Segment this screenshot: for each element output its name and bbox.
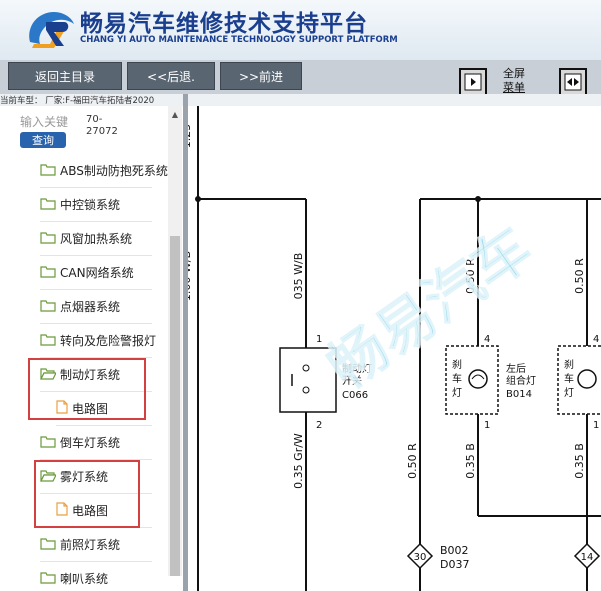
highlight-brake-light [28, 358, 146, 420]
connector-number: 30 [414, 552, 427, 563]
brake-lamp-2-char-1: 刹 [564, 359, 574, 371]
tree-item-label: 倒车灯系统 [60, 436, 121, 450]
folder-icon [40, 163, 56, 179]
junction-dot [195, 196, 201, 202]
scroll-up-icon[interactable]: ▲ [170, 110, 180, 120]
wire-label-035wb: 035 W/B [292, 253, 305, 300]
tree-item-label: 中控锁系统 [60, 198, 121, 212]
switch-terminal [302, 364, 310, 372]
pin-label-1a: 1 [484, 420, 490, 431]
pin-label-4a: 4 [484, 334, 490, 345]
connector-code-2: D037 [440, 558, 469, 571]
brake-lamp-char-3: 灯 [452, 387, 462, 399]
lamp-bulb-icon-2 [577, 369, 597, 389]
folder-icon [40, 571, 56, 587]
folder-icon [40, 265, 56, 281]
connector-number-2: 14 [581, 552, 594, 563]
pin-label-4b: 4 [593, 334, 599, 345]
tree-item-folder[interactable]: 点烟器系统 [40, 290, 152, 324]
menu-label: 菜单 [503, 81, 525, 94]
tree-item-label: ABS制动防抱死系统 [60, 164, 168, 178]
tree-item-folder[interactable]: ABS制动防抱死系统 [40, 154, 168, 188]
tree-item-folder[interactable]: 喇叭系统 [40, 562, 152, 591]
result-code: 70-27072 [86, 114, 118, 137]
folder-icon [40, 299, 56, 315]
panel-collapse-icon [464, 73, 482, 91]
folder-icon [40, 435, 56, 451]
folder-icon [40, 231, 56, 247]
combo-lamp-line-2: 组合灯 [506, 374, 536, 387]
sidebar: 查询 70-27072 ABS制动防抱死系统中控锁系统风窗加热系统 CAN网络系统… [0, 106, 183, 591]
tree-item-label: 风窗加热系统 [60, 232, 133, 246]
forward-button[interactable]: >>前进 [220, 62, 302, 90]
left-edge-label-2: 1.00 W/B [188, 251, 193, 301]
brake-lamp-2-char-3: 灯 [564, 387, 574, 399]
collapse-left-button[interactable] [459, 68, 487, 96]
wire-label-035b-a: 0.35 B [464, 443, 477, 479]
folder-icon [40, 333, 56, 349]
brake-lamp-char-1: 刹 [452, 359, 462, 371]
brake-lamp-2-char-2: 车 [564, 372, 574, 385]
scroll-thumb[interactable] [170, 236, 180, 576]
tree-item-folder[interactable]: 风窗加热系统 [40, 222, 152, 256]
app-title: 畅易汽车维修技术支持平台 [80, 11, 368, 37]
tree-item-label: 点烟器系统 [60, 300, 121, 314]
switch-terminal-2 [302, 386, 310, 394]
back-to-home-button[interactable]: 返回主目录 [8, 62, 122, 90]
highlight-fog-light [34, 460, 140, 528]
tree-item-folder[interactable]: CAN网络系统 [40, 256, 152, 290]
tree-item-label: 转向及危险警报灯 [60, 334, 157, 348]
sidebar-scrollbar[interactable]: ▲ [168, 106, 182, 576]
folder-icon [40, 197, 56, 213]
junction-dot-2 [475, 196, 481, 202]
pin-label-2: 2 [316, 420, 322, 431]
left-edge-label-1: 1.25 [188, 124, 193, 149]
current-vehicle-status: 当前车型： 厂家:F-福田汽车拓陆者2020 [0, 94, 601, 106]
wire-label-035grw: 0.35 Gr/W [292, 433, 305, 489]
fullscreen-menu-link[interactable]: 全屏 菜单 [503, 67, 525, 95]
lamp-bulb-icon [468, 369, 488, 389]
back-button[interactable]: <<后退. [127, 62, 215, 90]
tree-item-folder[interactable]: 中控锁系统 [40, 188, 152, 222]
combo-lamp-code: B014 [506, 389, 532, 400]
app-header: 畅易汽车维修技术支持平台 CHANG YI AUTO MAINTENANCE T… [0, 0, 601, 60]
search-button[interactable]: 查询 [20, 132, 66, 148]
wire-label-050r-b: 0.50 R [573, 258, 586, 294]
tree-item-label: CAN网络系统 [60, 266, 134, 280]
wire-label-050r-c: 0.50 R [406, 443, 419, 479]
folder-icon [40, 537, 56, 553]
tree-item-label: 前照灯系统 [60, 538, 121, 552]
brake-lamp-char-2: 车 [452, 372, 462, 385]
pin-label-1b: 1 [593, 420, 599, 431]
wire-label-035b-b: 0.35 B [573, 443, 586, 479]
app-subtitle: CHANG YI AUTO MAINTENANCE TECHNOLOGY SUP… [80, 35, 398, 45]
connector-code-1: B002 [440, 544, 469, 557]
expand-icon [564, 73, 582, 91]
search-input[interactable] [20, 114, 80, 130]
logo-icon [29, 12, 75, 48]
combo-lamp-line-1: 左后 [506, 362, 526, 375]
fullscreen-button[interactable] [559, 68, 587, 96]
tree-item-folder[interactable]: 前照灯系统 [40, 528, 152, 562]
tree-item-folder[interactable]: 转向及危险警报灯 [40, 324, 156, 358]
fullscreen-label: 全屏 [503, 67, 525, 80]
circuit-diagram: 1.25 1.00 W/B 制动灯 开关 C066 1 2 035 W/B 0.… [188, 106, 601, 591]
tree-item-label: 喇叭系统 [60, 572, 109, 586]
tree-item-folder[interactable]: 倒车灯系统 [40, 426, 152, 460]
